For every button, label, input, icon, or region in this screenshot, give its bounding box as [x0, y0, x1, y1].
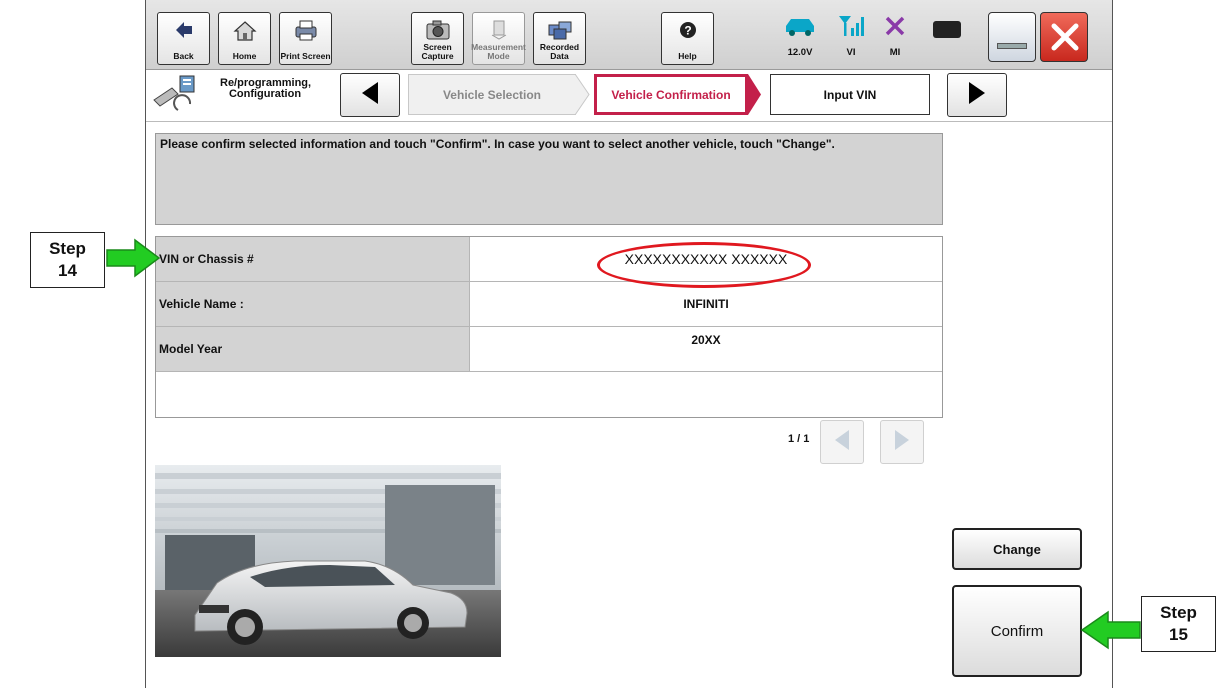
mi-disconnected-icon [883, 14, 907, 43]
change-button[interactable]: Change [952, 528, 1082, 570]
page-next-button[interactable] [880, 420, 924, 464]
svg-text:?: ? [684, 24, 691, 38]
reprogramming-icon [150, 74, 210, 119]
home-icon [219, 19, 270, 43]
help-button[interactable]: ? Help [661, 12, 714, 65]
triangle-right-icon [965, 80, 989, 111]
step-number: 15 [1169, 625, 1188, 644]
step-15-callout: Step 15 [1141, 596, 1216, 652]
camera-icon [412, 19, 463, 41]
printer-icon [280, 19, 331, 41]
close-icon [1048, 20, 1082, 59]
print-screen-button[interactable]: Print Screen [279, 12, 332, 65]
step-number: 14 [58, 261, 77, 280]
triangle-left-icon [358, 80, 382, 111]
crumb-vehicle-confirmation[interactable]: Vehicle Confirmation [594, 74, 748, 115]
nav-back-button[interactable] [340, 73, 400, 117]
measurement-icon [473, 19, 524, 41]
mi-status: MI [880, 14, 910, 62]
page-indicator: 1 / 1 [788, 433, 810, 445]
vi-status: VI [836, 14, 866, 62]
back-arrow-icon [158, 19, 209, 41]
close-button[interactable] [1040, 12, 1088, 62]
table-row: Vehicle Name : INFINITI [156, 282, 942, 327]
vehicle-info-table: VIN or Chassis # XXXXXXXXXXX XXXXXX Vehi… [155, 236, 943, 418]
triangle-right-icon [892, 428, 912, 457]
model-year-label: Model Year [156, 327, 470, 371]
minimize-button[interactable] [988, 12, 1036, 62]
page-prev-button[interactable] [820, 420, 864, 464]
crumb-active-pointer-icon [748, 74, 762, 120]
recorded-data-button[interactable]: Recorded Data [533, 12, 586, 65]
step-word: Step [49, 239, 86, 258]
screen: Back Home Print Screen Screen Capture Me… [0, 0, 1230, 688]
vin-highlight-oval [597, 242, 811, 288]
car-icon [783, 14, 817, 43]
recorded-data-icon [534, 19, 585, 41]
section-label: Re/programming, Configuration [220, 77, 312, 100]
signal-icon [837, 14, 865, 43]
minimize-icon [997, 43, 1027, 49]
measurement-mode-button[interactable]: Measurement Mode [471, 12, 526, 65]
screen-capture-button[interactable]: Screen Capture [411, 12, 464, 65]
vehicle-name-label: Vehicle Name : [156, 282, 470, 326]
step-14-callout: Step 14 [30, 232, 105, 288]
home-button[interactable]: Home [218, 12, 271, 65]
table-row: VIN or Chassis # XXXXXXXXXXX XXXXXX [156, 237, 942, 282]
help-icon: ? [662, 19, 713, 41]
nav-forward-button[interactable] [947, 73, 1007, 117]
crumb-separator-icon [574, 73, 593, 120]
step-word: Step [1160, 603, 1197, 622]
empty-cell [470, 372, 942, 417]
confirm-button[interactable]: Confirm [952, 585, 1082, 677]
crumb-vehicle-selection[interactable]: Vehicle Selection [408, 74, 576, 115]
green-arrow-right-icon [105, 238, 161, 283]
vehicle-photo [155, 465, 501, 657]
back-button[interactable]: Back [157, 12, 210, 65]
vin-label: VIN or Chassis # [156, 237, 470, 281]
table-row: Model Year 20XX [156, 327, 942, 372]
battery-voltage-status: 12.0V [780, 14, 820, 62]
green-arrow-left-icon [1080, 610, 1142, 655]
crumb-input-vin[interactable]: Input VIN [770, 74, 930, 115]
table-row [156, 372, 942, 417]
empty-cell [156, 372, 470, 417]
instruction-message: Please confirm selected information and … [155, 133, 943, 225]
model-year-value: 20XX [470, 327, 942, 371]
vehicle-name-value: INFINITI [470, 282, 942, 326]
triangle-left-icon [832, 428, 852, 457]
battery-icon [933, 21, 961, 38]
